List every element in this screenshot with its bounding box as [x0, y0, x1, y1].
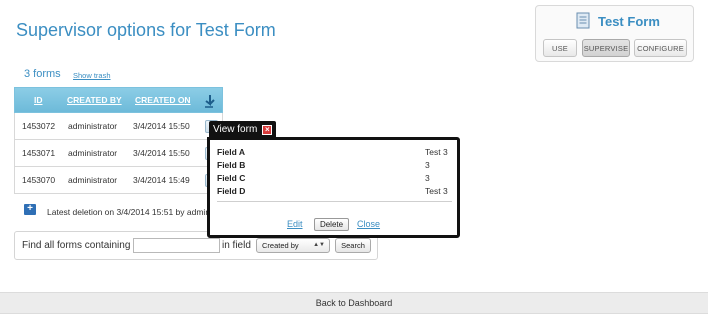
view-form-tab: View form ×: [209, 121, 277, 138]
row-id: 1453071: [22, 148, 56, 158]
field-row: Field A Test 3: [217, 147, 454, 157]
field-key: Field C: [217, 173, 246, 183]
expand-deletion-button[interactable]: +: [24, 204, 36, 215]
sort-arrow-icon[interactable]: [203, 94, 215, 108]
search-input[interactable]: [133, 238, 220, 253]
row-created-by: administrator: [68, 175, 118, 185]
view-form-title: View form: [213, 124, 258, 135]
field-value: Test 3: [425, 147, 448, 157]
form-name: Test Form: [598, 14, 660, 29]
row-id: 1453070: [22, 175, 56, 185]
table-row[interactable]: 1453071 administrator 3/4/2014 15:50: [14, 140, 223, 167]
divider: [217, 201, 452, 202]
table-row[interactable]: 1453070 administrator 3/4/2014 15:49: [14, 167, 223, 194]
latest-deletion: Latest deletion on 3/4/2014 15:51 by adm…: [47, 207, 209, 217]
column-id[interactable]: ID: [15, 95, 61, 105]
form-mode-card: Test Form USE SUPERVISE CONFIGURE: [535, 5, 694, 62]
show-trash-link[interactable]: Show trash: [73, 71, 111, 80]
configure-button[interactable]: CONFIGURE: [634, 39, 687, 57]
row-created-on: 3/4/2014 15:50: [133, 148, 190, 158]
field-row: Field C 3: [217, 173, 454, 183]
forms-table: ID CREATED BY CREATED ON 1453072 adminis…: [14, 87, 223, 194]
edit-link[interactable]: Edit: [287, 219, 303, 229]
row-created-on: 3/4/2014 15:49: [133, 175, 190, 185]
column-created-on[interactable]: CREATED ON: [129, 95, 203, 105]
field-key: Field A: [217, 147, 246, 157]
delete-button[interactable]: Delete: [314, 218, 349, 231]
chevron-up-down-icon: ▲▼: [313, 242, 325, 248]
field-key: Field D: [217, 186, 246, 196]
field-row: Field B 3: [217, 160, 454, 170]
view-form-popup: Field A Test 3 Field B 3 Field C 3 Field…: [207, 137, 460, 238]
field-value: 3: [425, 173, 430, 183]
field-value: Test 3: [425, 186, 448, 196]
row-created-by: administrator: [68, 148, 118, 158]
row-created-by: administrator: [68, 121, 118, 131]
table-header: ID CREATED BY CREATED ON: [14, 87, 223, 113]
field-select-value: Created by: [262, 241, 299, 250]
close-link[interactable]: Close: [357, 219, 380, 229]
supervise-button[interactable]: SUPERVISE: [582, 39, 630, 57]
field-row: Field D Test 3: [217, 186, 454, 196]
field-value: 3: [425, 160, 430, 170]
page-title: Supervisor options for Test Form: [16, 20, 276, 40]
row-created-on: 3/4/2014 15:50: [133, 121, 190, 131]
field-key: Field B: [217, 160, 246, 170]
back-to-dashboard-link[interactable]: Back to Dashboard: [316, 298, 393, 308]
field-select[interactable]: Created by ▲▼: [256, 238, 330, 253]
search-label: Find all forms containing: [22, 240, 131, 251]
column-created-by[interactable]: CREATED BY: [61, 95, 129, 105]
use-button[interactable]: USE: [543, 39, 577, 57]
close-icon[interactable]: ×: [262, 124, 273, 135]
row-id: 1453072: [22, 121, 56, 131]
search-button[interactable]: Search: [335, 238, 371, 253]
table-row[interactable]: 1453072 administrator 3/4/2014 15:50: [14, 113, 223, 140]
forms-count: 3 forms: [24, 68, 61, 80]
in-field-label: in field: [222, 240, 251, 251]
footer-bar: Back to Dashboard: [0, 292, 708, 314]
